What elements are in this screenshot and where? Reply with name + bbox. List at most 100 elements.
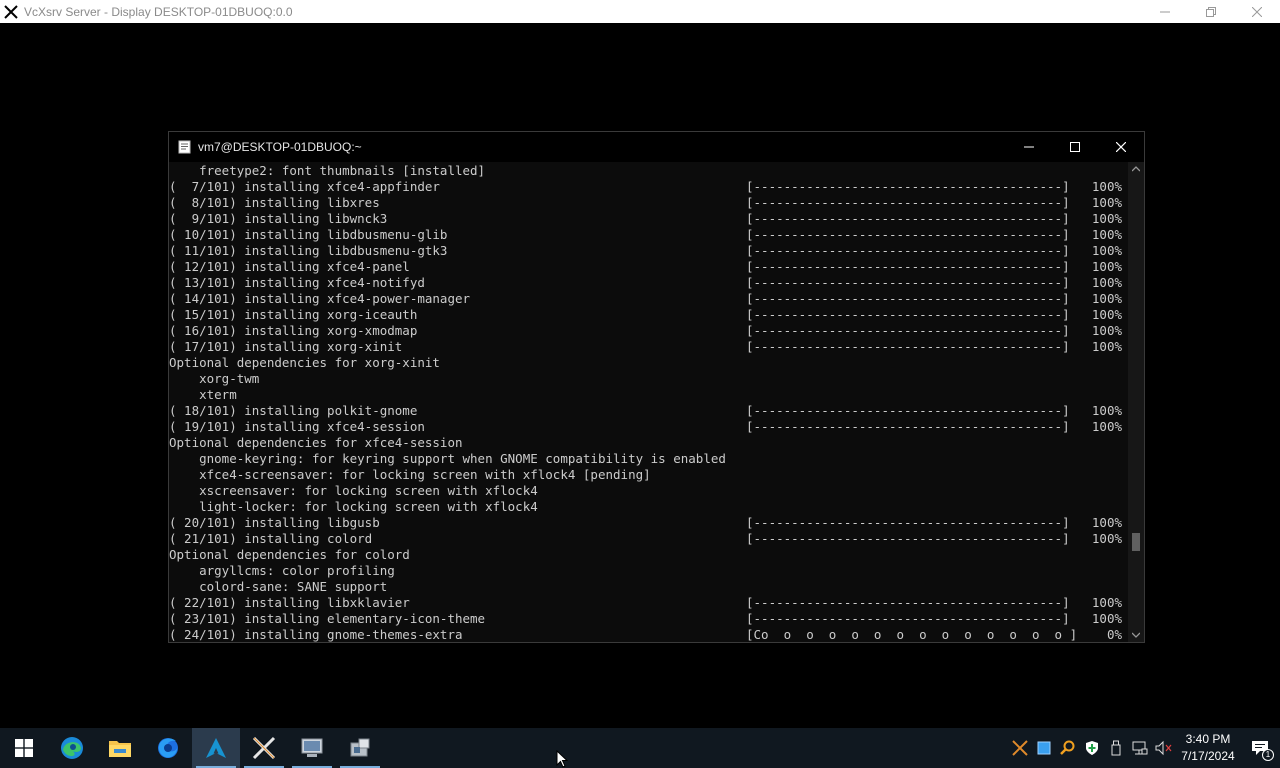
magnifier-icon [1060,740,1075,755]
progress-bar-text: [---------------------------------------… [746,211,1070,226]
terminal-line: ( 22/101) installing libxklavier [-------… [169,595,1128,611]
tray-app-square[interactable] [1032,728,1056,768]
minimize-button[interactable] [1142,0,1188,23]
taskbar-app-8[interactable] [336,728,384,768]
terminal-line-text: ( 22/101) installing libxklavier [169,595,410,610]
progress-bar-text: [Co o o o o o o o o o o o o o ] [746,627,1078,642]
terminal-line-text: ( 14/101) installing xfce4-power-manager [169,291,471,306]
taskbar-file-explorer[interactable] [96,728,144,768]
terminal-window-title: vm7@DESKTOP-01DBUOQ:~ [198,140,362,154]
x-server-icon [252,736,276,760]
taskbar-edge[interactable] [48,728,96,768]
terminal-line: ( 10/101) installing libdbusmenu-glib [--… [169,227,1128,243]
tray-volume[interactable] [1152,728,1176,768]
terminal-line: ( 7/101) installing xfce4-appfinder [----… [169,179,1128,195]
scroll-down-arrow-icon[interactable] [1132,632,1140,638]
vcxsrv-titlebar[interactable]: VcXsrv Server - Display DESKTOP-01DBUOQ:… [0,0,1280,23]
terminal-line: xfce4-screensaver: for locking screen wi… [169,467,1128,483]
terminal-line-text: ( 16/101) installing xorg-xmodmap [169,323,418,338]
terminal-line-text: xscreensaver: for locking screen with xf… [169,483,538,498]
tray-usb[interactable] [1104,728,1128,768]
progress-percent: 100% [1091,323,1122,338]
minimize-icon [1024,146,1034,148]
close-icon [1116,142,1126,152]
terminal-line: ( 15/101) installing xorg-iceauth [------… [169,307,1128,323]
terminal-line: ( 20/101) installing libgusb [-----------… [169,515,1128,531]
restore-button[interactable] [1188,0,1234,23]
terminal-line: Optional dependencies for xfce4-session [169,435,1128,451]
terminal-line-text: gnome-keyring: for keyring support when … [169,451,726,466]
start-button[interactable] [0,728,48,768]
folder-icon [109,741,131,757]
square-app-icon [1037,741,1051,755]
action-center-button[interactable]: 1 [1240,728,1280,768]
terminal-close-button[interactable] [1098,132,1144,162]
terminal-icon [178,140,191,154]
tray-security[interactable] [1080,728,1104,768]
windows-logo-icon [15,739,33,757]
clock-time: 3:40 PM [1185,732,1231,746]
terminal-line-text: Optional dependencies for xorg-xinit [169,355,440,370]
terminal-line-text: ( 21/101) installing colord [169,531,373,546]
progress-percent: 100% [1091,291,1122,306]
terminal-line: ( 12/101) installing xfce4-panel [-------… [169,259,1128,275]
terminal-line: Optional dependencies for colord [169,547,1128,563]
progress-percent: 100% [1091,211,1122,226]
progress-bar-text: [---------------------------------------… [746,531,1070,546]
terminal-titlebar[interactable]: vm7@DESKTOP-01DBUOQ:~ [169,132,1144,162]
terminal-minimize-button[interactable] [1006,132,1052,162]
taskbar-clock[interactable]: 3:40 PM 7/17/2024 [1176,728,1240,768]
scroll-up-arrow-icon[interactable] [1132,166,1140,172]
progress-percent: 100% [1091,227,1122,242]
terminal-line-text: ( 7/101) installing xfce4-appfinder [169,179,440,194]
system-tray: 3:40 PM 7/17/2024 1 [1008,728,1280,768]
computer-icon [301,738,323,757]
progress-bar-text: [---------------------------------------… [746,243,1070,258]
terminal-line: xorg-twm [169,371,1128,387]
tray-search[interactable] [1056,728,1080,768]
terminal-line: light-locker: for locking screen with xf… [169,499,1128,515]
terminal-line-text: colord-sane: SANE support [169,579,388,594]
progress-percent: 100% [1091,339,1122,354]
terminal-line: ( 14/101) installing xfce4-power-manager… [169,291,1128,307]
progress-bar-text: [---------------------------------------… [746,259,1070,274]
terminal-line-text: xterm [169,387,237,402]
progress-percent: 100% [1091,419,1122,434]
progress-bar-text: [---------------------------------------… [746,419,1070,434]
terminal-line: ( 21/101) installing colord [------------… [169,531,1128,547]
usb-drive-icon [1111,740,1121,756]
maximize-icon [1070,142,1080,152]
network-icon [1132,741,1148,755]
close-button[interactable] [1234,0,1280,23]
progress-bar-text: [---------------------------------------… [746,339,1070,354]
progress-percent: 100% [1091,515,1122,530]
volume-muted-icon [1155,740,1172,756]
scrollbar-thumb[interactable] [1132,533,1140,551]
taskbar-arch-terminal[interactable] [192,728,240,768]
tray-network[interactable] [1128,728,1152,768]
terminal-line-text: ( 17/101) installing xorg-xinit [169,339,403,354]
terminal-line-text: light-locker: for locking screen with xf… [169,499,538,514]
terminal-line-text: Optional dependencies for colord [169,547,410,562]
taskbar-app-7[interactable] [288,728,336,768]
terminal-line-text: xorg-twm [169,371,260,386]
taskbar-firefox[interactable] [144,728,192,768]
terminal-line: ( 16/101) installing xorg-xmodmap [------… [169,323,1128,339]
terminal-line-text: ( 15/101) installing xorg-iceauth [169,307,418,322]
terminal-line-text: ( 11/101) installing libdbusmenu-gtk3 [169,243,448,258]
terminal-window[interactable]: vm7@DESKTOP-01DBUOQ:~ freetype2: font th… [168,131,1145,643]
terminal-output[interactable]: freetype2: font thumbnails [installed]( … [169,162,1128,642]
terminal-line-text: ( 24/101) installing gnome-themes-extra [169,627,463,642]
progress-percent: 100% [1091,259,1122,274]
progress-bar-text: [---------------------------------------… [746,403,1070,418]
progress-bar-text: [---------------------------------------… [746,227,1070,242]
taskbar-vcxsrv[interactable] [240,728,288,768]
progress-percent: 100% [1091,243,1122,258]
terminal-maximize-button[interactable] [1052,132,1098,162]
terminal-line-text: ( 12/101) installing xfce4-panel [169,259,410,274]
tray-x-server[interactable] [1008,728,1032,768]
clock-date: 7/17/2024 [1181,749,1235,763]
terminal-line-text: ( 19/101) installing xfce4-session [169,419,425,434]
terminal-scrollbar[interactable] [1128,162,1144,642]
firefox-icon [158,738,178,758]
